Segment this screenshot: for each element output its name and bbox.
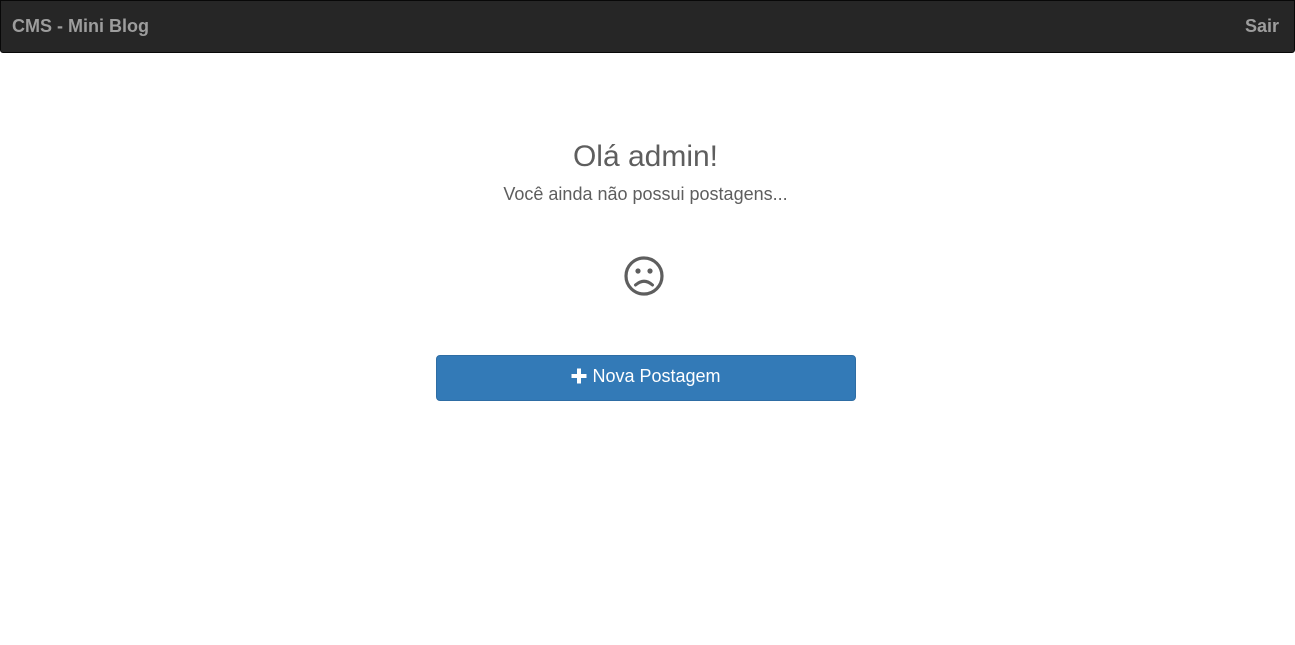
plus-icon bbox=[571, 368, 587, 384]
sad-face-icon bbox=[624, 256, 664, 296]
brand-link[interactable]: CMS - Mini Blog bbox=[12, 16, 149, 37]
new-post-label: Nova Postagem bbox=[592, 365, 721, 386]
empty-state-message: Você ainda não possui postagens... bbox=[503, 184, 788, 204]
navbar: CMS - Mini Blog Sair bbox=[0, 0, 1295, 53]
new-post-button[interactable]: Nova Postagem bbox=[436, 355, 856, 401]
page-title: Olá admin! bbox=[572, 140, 719, 173]
logout-link[interactable]: Sair bbox=[1245, 16, 1279, 37]
